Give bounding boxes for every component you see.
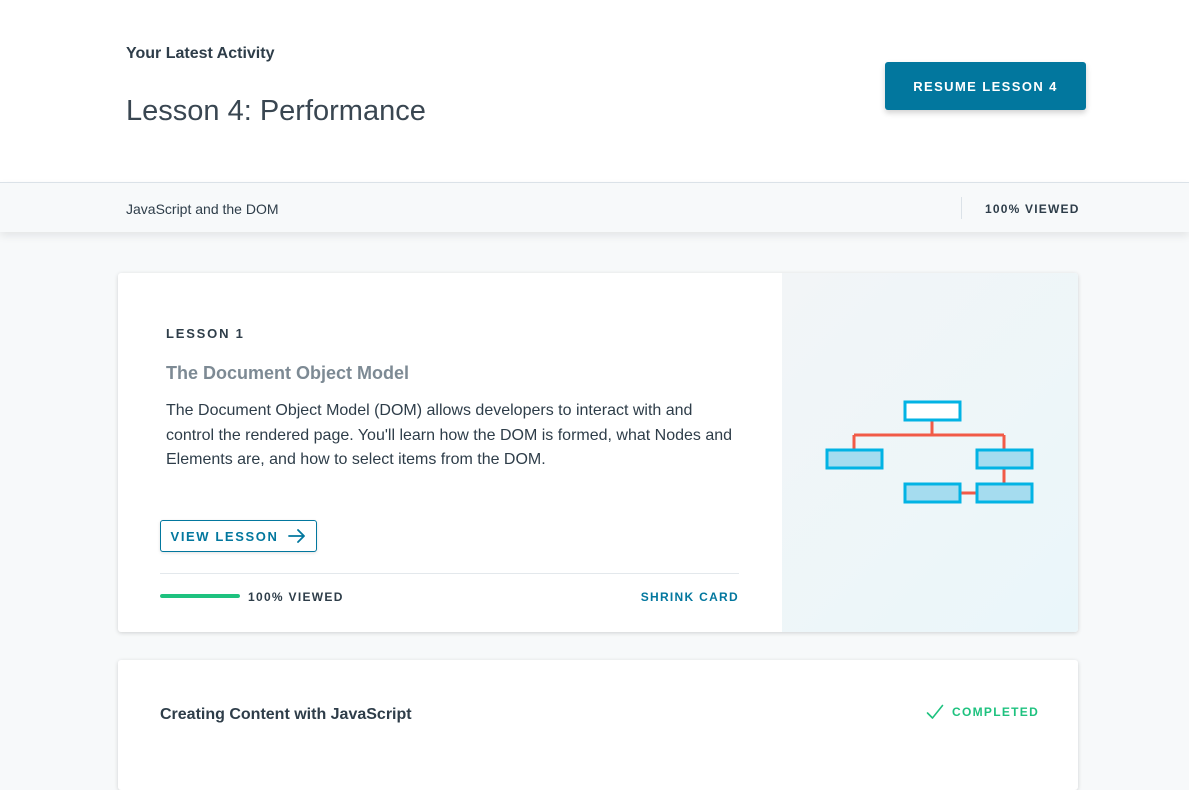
lesson-illustration-panel <box>782 273 1078 632</box>
arrow-right-icon <box>288 529 306 543</box>
card-divider <box>160 573 739 574</box>
tree-node-root <box>903 400 962 422</box>
check-icon <box>926 704 944 720</box>
lesson-progress-fill <box>160 594 240 598</box>
tree-node <box>903 482 962 504</box>
shrink-card-link[interactable]: Shrink Card <box>641 590 739 604</box>
lesson-progress-label: 100% Viewed <box>248 590 344 604</box>
resume-lesson-button[interactable]: Resume Lesson 4 <box>885 62 1086 110</box>
course-divider <box>961 197 962 219</box>
activity-lesson-title: Lesson 4: Performance <box>126 95 426 127</box>
lesson-number: Lesson 1 <box>166 326 245 341</box>
tree-node <box>975 482 1034 504</box>
course-viewed-status: 100% Viewed <box>985 202 1080 216</box>
lesson-description: The Document Object Model (DOM) allows d… <box>166 402 733 468</box>
view-lesson-label: View Lesson <box>170 528 279 544</box>
latest-activity-header: Your Latest Activity Lesson 4: Performan… <box>0 0 1189 183</box>
tree-node <box>975 448 1034 470</box>
lesson-card-collapsed[interactable]: Creating Content with JavaScript Complet… <box>118 660 1078 790</box>
course-bar: JavaScript and the DOM 100% Viewed <box>0 182 1189 232</box>
view-lesson-button[interactable]: View Lesson <box>160 520 317 552</box>
dom-tree-illustration <box>825 400 1034 504</box>
lesson-title: The Document Object Model <box>166 363 410 383</box>
course-name: JavaScript and the DOM <box>126 201 279 217</box>
lesson-title: Creating Content with JavaScript <box>160 706 412 723</box>
lesson-card: Lesson 1 The Document Object Model The D… <box>118 273 1078 632</box>
tree-node <box>825 448 884 470</box>
completed-status: Completed <box>926 704 1039 720</box>
completed-label: Completed <box>952 705 1040 719</box>
lesson-progress-bar <box>160 594 240 598</box>
activity-eyebrow: Your Latest Activity <box>126 45 275 62</box>
